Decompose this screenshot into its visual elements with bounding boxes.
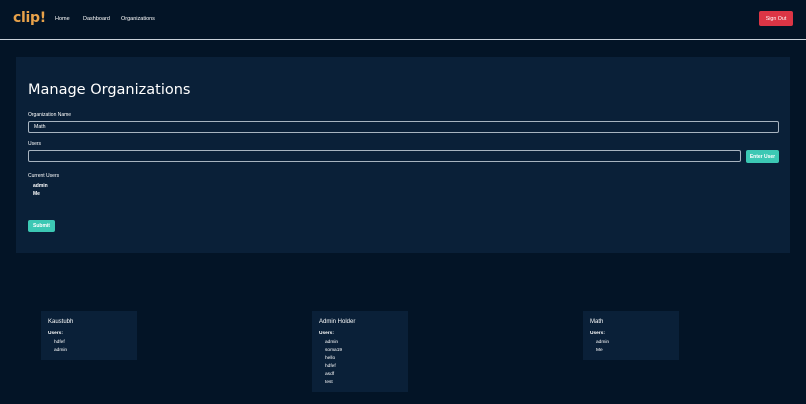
current-users-label: Current Users	[28, 173, 60, 179]
nav-link-dashboard[interactable]: Dashboard	[83, 16, 110, 22]
organization-users-label: Users:	[319, 331, 334, 336]
organization-name: Math	[590, 319, 604, 325]
organization-users-label: Users:	[590, 331, 605, 336]
current-user-item: admin	[33, 183, 48, 189]
organization-user: asdf	[325, 372, 335, 377]
organization-name-input[interactable]	[28, 121, 779, 133]
organization-card-math: Math Users: admin Me	[583, 311, 679, 360]
organization-name-label: Organization Name	[28, 112, 72, 118]
organization-card-admin-holder: Admin Holder Users: admin soma19 hello h…	[312, 311, 408, 392]
logo[interactable]: clip!	[13, 10, 46, 26]
organization-name: Kaustubh	[48, 319, 74, 325]
page-title: Manage Organizations	[28, 82, 191, 98]
organization-user: admin	[54, 348, 68, 353]
submit-button[interactable]: Submit	[28, 220, 55, 232]
users-label: Users	[28, 141, 42, 147]
organization-name: Admin Holder	[319, 319, 356, 325]
enter-user-button[interactable]: Enter User	[746, 150, 779, 163]
nav-link-organizations[interactable]: Organizations	[121, 16, 155, 22]
organization-user: test	[325, 380, 333, 385]
nav-link-home[interactable]: Home	[55, 16, 70, 22]
organization-card-kaustubh: Kaustubh Users: hdfef admin	[41, 311, 137, 360]
users-input[interactable]	[28, 150, 741, 162]
organization-user: admin	[596, 340, 610, 345]
current-user-item: Me	[33, 191, 40, 197]
sign-out-button[interactable]: Sign Out	[759, 11, 793, 26]
organization-user: hello	[325, 356, 336, 361]
organization-users-label: Users:	[48, 331, 63, 336]
navbar: clip! Home Dashboard Organizations Sign …	[0, 0, 806, 40]
organization-user: admin	[325, 340, 339, 345]
organization-user: soma19	[325, 348, 343, 353]
organization-user: hdfef	[54, 340, 65, 345]
organization-user: Me	[596, 348, 603, 353]
organization-user: hdfef	[325, 364, 336, 369]
